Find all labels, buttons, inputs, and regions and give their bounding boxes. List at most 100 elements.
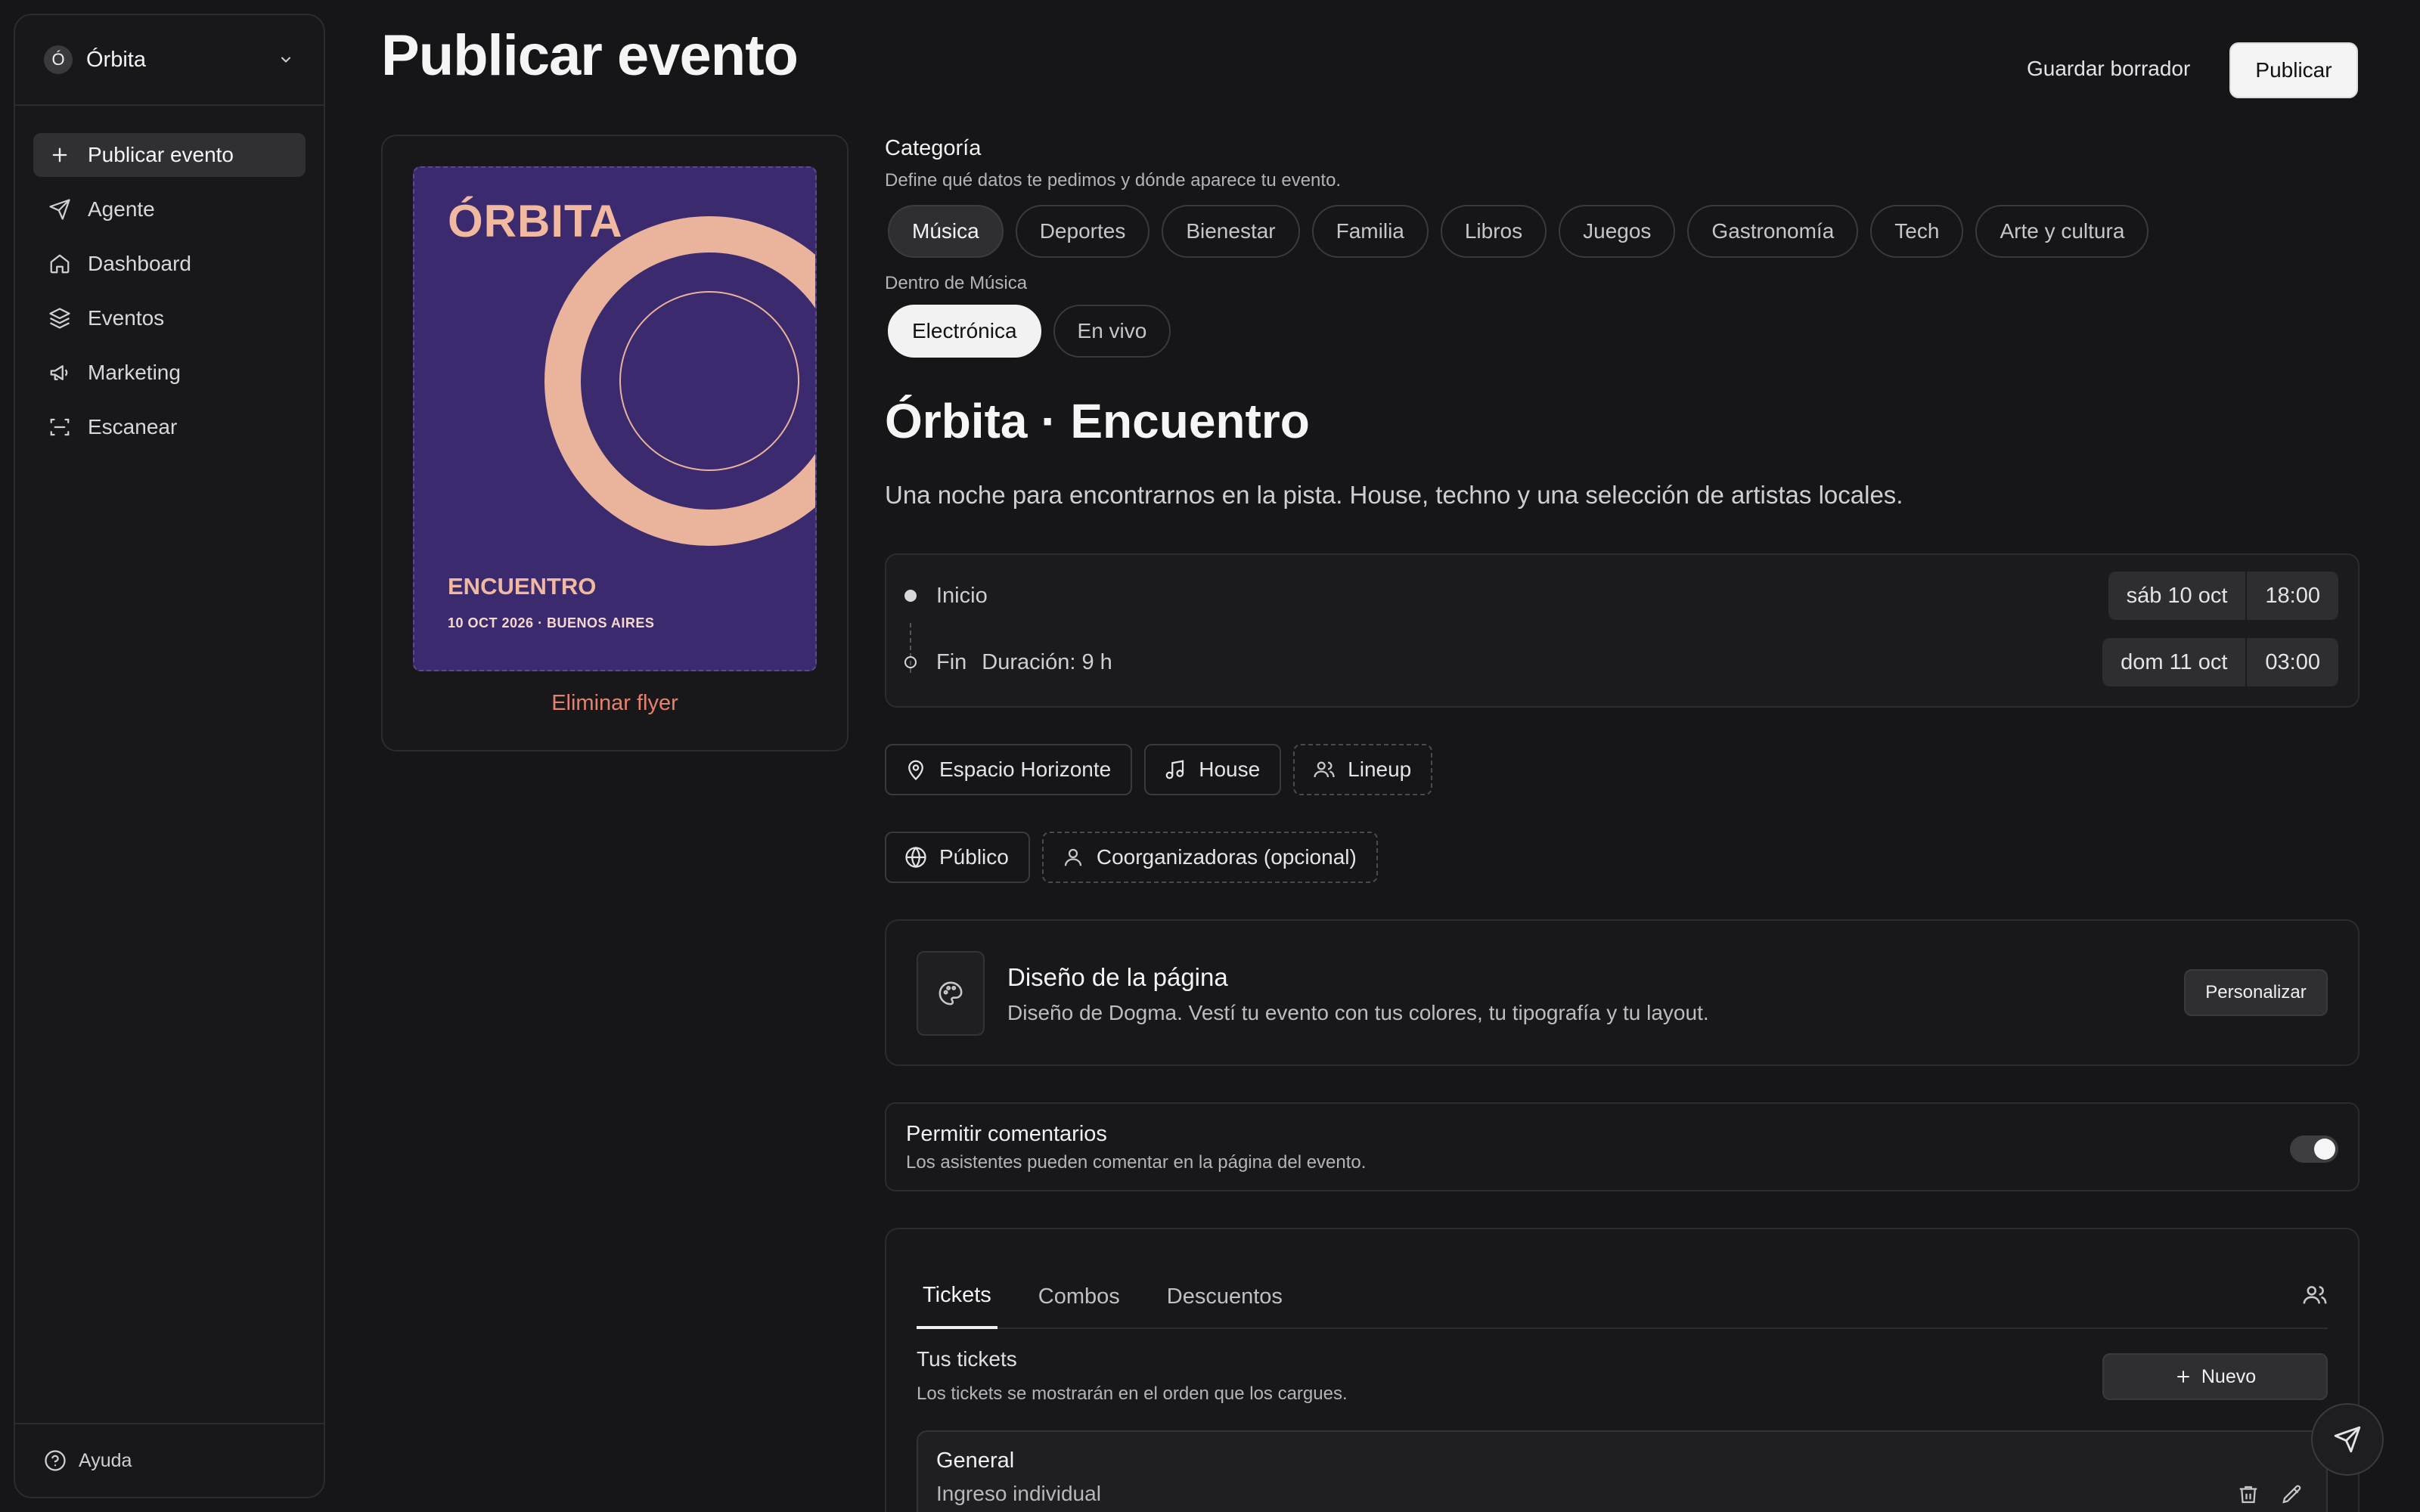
end-label: Fin — [936, 649, 967, 674]
flyer-card: ÓRBITA ENCUENTRO 10 OCT 2026 · BUENOS AI… — [381, 135, 849, 751]
megaphone-icon — [47, 360, 73, 386]
tickets-card: Tickets Combos Descuentos Tus tickets Lo… — [885, 1228, 2360, 1512]
save-draft-button[interactable]: Guardar borrador — [2012, 42, 2205, 95]
category-chip-tech[interactable]: Tech — [1870, 205, 1964, 258]
trash-icon[interactable] — [2237, 1483, 2260, 1506]
flyer-image[interactable]: ÓRBITA ENCUENTRO 10 OCT 2026 · BUENOS AI… — [413, 166, 817, 671]
send-icon — [2333, 1425, 2362, 1454]
sidebar-item-label: Eventos — [88, 306, 165, 330]
sidebar-item-marketing[interactable]: Marketing — [33, 351, 306, 395]
sidebar-item-escanear[interactable]: Escanear — [33, 405, 306, 449]
flyer-subtitle: ENCUENTRO — [448, 573, 597, 600]
sidebar-item-dashboard[interactable]: Dashboard — [33, 242, 306, 286]
comments-card: Permitir comentarios Los asistentes pued… — [885, 1102, 2360, 1191]
subcategory-chip-electronica[interactable]: Electrónica — [888, 305, 1041, 358]
design-description: Diseño de Dogma. Vestí tu evento con tus… — [1007, 1001, 1709, 1024]
toggle-knob — [2314, 1139, 2335, 1160]
genre-button[interactable]: House — [1144, 744, 1282, 795]
visibility-row: Público Coorganizadoras (opcional) — [885, 832, 1378, 883]
globe-icon — [904, 846, 927, 869]
event-title[interactable]: Órbita · Encuentro — [885, 393, 1310, 449]
coorganizers-label: Coorganizadoras (opcional) — [1096, 845, 1357, 869]
ticket-name: General — [936, 1448, 1015, 1473]
tab-combos[interactable]: Combos — [1032, 1284, 1126, 1328]
design-title: Diseño de la página — [1007, 963, 1228, 991]
help-link[interactable]: Ayuda — [15, 1423, 324, 1497]
chevron-down-icon — [278, 52, 293, 67]
subcategory-chip-en-vivo[interactable]: En vivo — [1053, 305, 1171, 358]
publish-button[interactable]: Publicar — [2229, 42, 2358, 98]
end-row: Fin Duración: 9 h dom 11 oct 03:00 — [886, 638, 2358, 686]
layers-icon — [47, 305, 73, 331]
music-note-icon — [1164, 758, 1187, 781]
org-name: Órbita — [86, 47, 146, 72]
tab-descuentos[interactable]: Descuentos — [1161, 1284, 1289, 1328]
flyer-date: 10 OCT 2026 · BUENOS AIRES — [448, 615, 655, 631]
coorganizers-button[interactable]: Coorganizadoras (opcional) — [1041, 832, 1378, 883]
flyer-brand: ÓRBITA — [448, 196, 623, 246]
sidebar-item-label: Escanear — [88, 415, 178, 438]
visibility-button[interactable]: Público — [885, 832, 1030, 883]
tab-tickets[interactable]: Tickets — [917, 1283, 997, 1329]
schedule-box: Inicio sáb 10 oct 18:00 Fin Duración: 9 … — [885, 553, 2360, 708]
help-label: Ayuda — [79, 1449, 132, 1471]
customize-button[interactable]: Personalizar — [2184, 969, 2328, 1016]
category-chip-familia[interactable]: Familia — [1311, 205, 1429, 258]
agent-fab-button[interactable] — [2311, 1403, 2384, 1476]
edit-icon[interactable] — [2281, 1483, 2304, 1506]
subcategory-chips: Electrónica En vivo — [888, 305, 2360, 358]
users-icon — [1313, 758, 1336, 781]
plus-icon — [2174, 1368, 2192, 1386]
tickets-tabs: Tickets Combos Descuentos — [917, 1256, 2328, 1329]
event-description[interactable]: Una noche para encontrarnos en la pista.… — [885, 481, 1903, 510]
category-chip-juegos[interactable]: Juegos — [1559, 205, 1676, 258]
user-icon — [1062, 846, 1084, 869]
category-section: Categoría Define qué datos te pedimos y … — [885, 136, 2360, 358]
comments-title: Permitir comentarios — [906, 1122, 1107, 1146]
ticket-type: Ingreso individual — [936, 1482, 1101, 1505]
start-time[interactable]: 18:00 — [2247, 572, 2338, 620]
sidebar-item-eventos[interactable]: Eventos — [33, 296, 306, 340]
new-ticket-label: Nuevo — [2201, 1365, 2257, 1387]
category-chip-libros[interactable]: Libros — [1440, 205, 1547, 258]
start-label: Inicio — [936, 583, 988, 608]
lineup-button[interactable]: Lineup — [1293, 744, 1433, 795]
category-label: Categoría — [885, 136, 982, 160]
org-avatar: Ó — [44, 45, 73, 74]
scan-icon — [47, 414, 73, 440]
sidebar-item-label: Marketing — [88, 361, 181, 384]
ticket-actions — [2237, 1483, 2304, 1506]
subcategory-label: Dentro de Música — [885, 273, 1028, 293]
category-chip-gastronomia[interactable]: Gastronomía — [1687, 205, 1859, 258]
visibility-label: Público — [939, 845, 1009, 869]
end-time[interactable]: 03:00 — [2247, 638, 2338, 686]
attendees-icon[interactable] — [2302, 1282, 2328, 1308]
tickets-hint: Los tickets se mostrarán en el orden que… — [917, 1383, 1348, 1404]
org-switcher[interactable]: Ó Órbita — [15, 15, 324, 106]
start-date[interactable]: sáb 10 oct — [2108, 572, 2246, 620]
sidebar: Ó Órbita Publicar evento Agente Dashboar… — [14, 14, 325, 1498]
category-chips: Música Deportes Bienestar Familia Libros… — [888, 205, 2360, 258]
category-chip-arte-y-cultura[interactable]: Arte y cultura — [1975, 205, 2149, 258]
ticket-row[interactable]: General Ingreso individual — [917, 1430, 2328, 1512]
category-chip-bienestar[interactable]: Bienestar — [1162, 205, 1300, 258]
lineup-label: Lineup — [1348, 758, 1412, 781]
end-date[interactable]: dom 11 oct — [2102, 638, 2246, 686]
send-icon — [47, 197, 73, 222]
sidebar-item-publicar-evento[interactable]: Publicar evento — [33, 133, 306, 177]
home-icon — [47, 251, 73, 277]
sidebar-item-label: Dashboard — [88, 252, 191, 275]
category-chip-deportes[interactable]: Deportes — [1015, 205, 1150, 258]
tickets-title: Tus tickets — [917, 1347, 1017, 1371]
page-design-card: Diseño de la página Diseño de Dogma. Ves… — [885, 919, 2360, 1066]
comments-toggle[interactable] — [2290, 1136, 2338, 1163]
plus-icon — [47, 142, 73, 168]
start-dot-icon — [904, 590, 917, 602]
new-ticket-button[interactable]: Nuevo — [2102, 1353, 2328, 1400]
remove-flyer-link[interactable]: Eliminar flyer — [383, 691, 847, 716]
sidebar-item-agente[interactable]: Agente — [33, 187, 306, 231]
end-dot-icon — [904, 656, 917, 668]
venue-button[interactable]: Espacio Horizonte — [885, 744, 1133, 795]
help-circle-icon — [44, 1449, 67, 1472]
category-chip-musica[interactable]: Música — [888, 205, 1004, 258]
